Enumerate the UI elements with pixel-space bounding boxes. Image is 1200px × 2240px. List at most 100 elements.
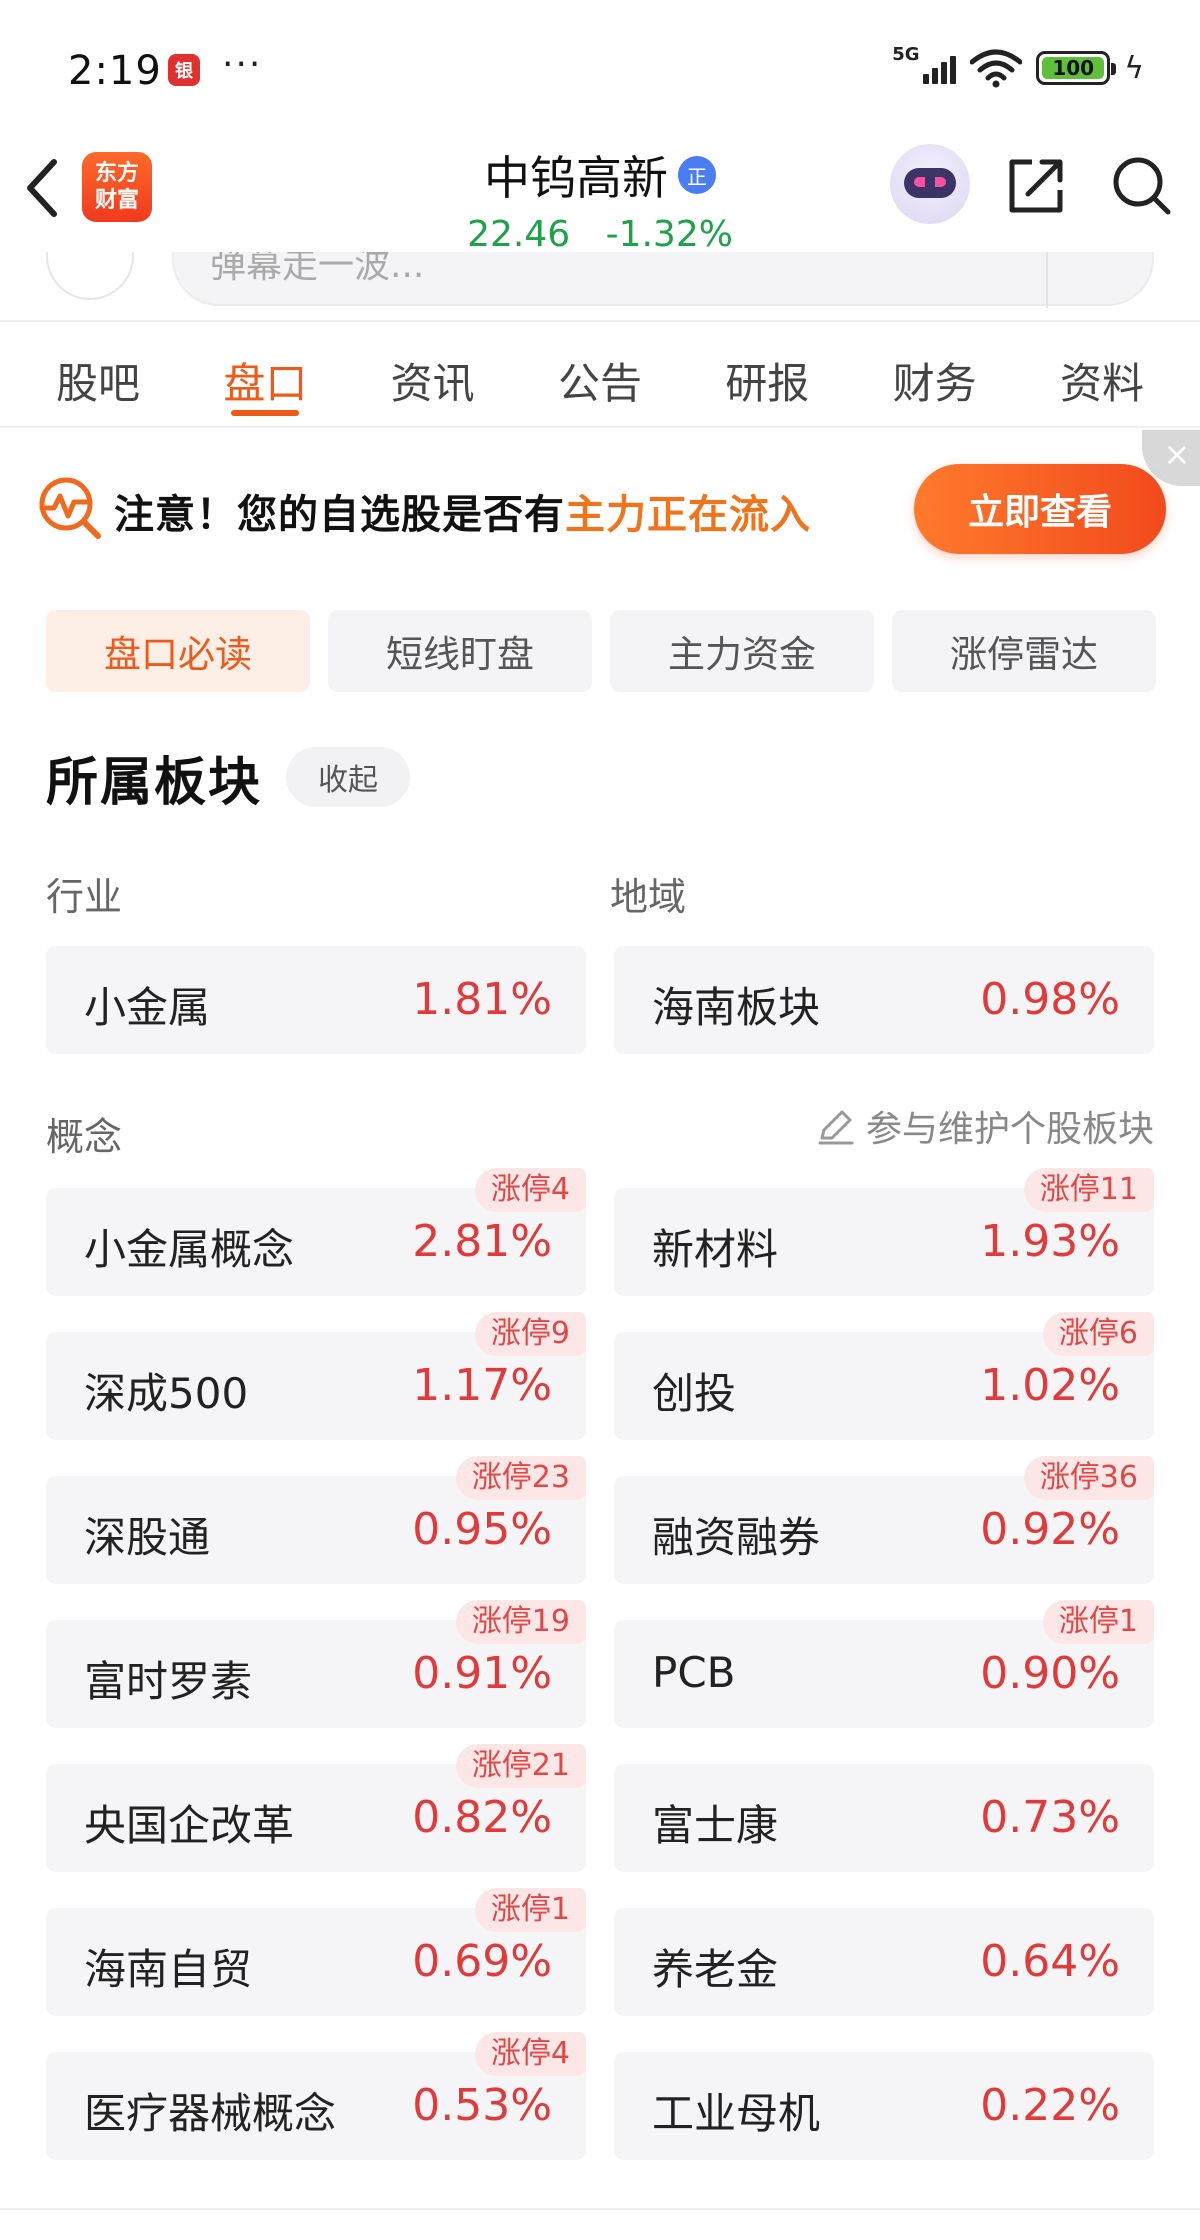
sector-pct: 1.17% xyxy=(412,1360,552,1411)
concept-label: 概念 xyxy=(46,1115,123,1159)
battery-level: 100 xyxy=(1052,56,1095,80)
sector-pct: 2.81% xyxy=(412,1216,552,1267)
tab-announcements[interactable]: 公告 xyxy=(540,322,660,426)
concept-card[interactable]: 海南自贸 0.69% 涨停1 xyxy=(46,1888,586,2016)
collapse-button[interactable]: 收起 xyxy=(286,747,411,807)
edit-icon xyxy=(818,1110,854,1145)
danmaku-toggle-icon[interactable] xyxy=(46,252,134,300)
concept-card[interactable]: 央国企改革 0.82% 涨停21 xyxy=(46,1744,586,1872)
sector-name: 深股通 xyxy=(84,1513,211,1562)
concept-card[interactable]: 富时罗素 0.91% 涨停19 xyxy=(46,1600,586,1728)
sector-name: 深成500 xyxy=(84,1369,249,1418)
limit-up-count-badge: 涨停4 xyxy=(474,1168,586,1212)
sector-name: 小金属 xyxy=(84,983,211,1032)
tab-news[interactable]: 资讯 xyxy=(373,322,493,426)
more-notifications-icon: ··· xyxy=(222,44,263,85)
stock-name: 中钨高新 xyxy=(484,151,668,205)
promo-banner: × 注意！您的自选股是否有主力正在流入 立即查看 xyxy=(0,430,1200,580)
sector-pct: 0.92% xyxy=(980,1504,1120,1555)
industry-label: 行业 xyxy=(46,875,123,919)
main-tabs: 股吧 盘口 资讯 公告 研报 财务 资料 xyxy=(0,322,1200,428)
concept-card[interactable]: 小金属概念 2.81% 涨停4 xyxy=(46,1168,586,1296)
tab-finance[interactable]: 财务 xyxy=(875,322,995,426)
signal-icon: 5G xyxy=(892,44,957,88)
divider xyxy=(0,2208,1200,2210)
sector-section-header: 所属板块 收起 xyxy=(46,742,411,813)
concept-card[interactable]: 富士康 0.73% xyxy=(614,1764,1154,1872)
sector-pct: 0.64% xyxy=(980,1936,1120,1987)
limit-up-count-badge: 涨停9 xyxy=(474,1312,586,1356)
subtab-main-funds[interactable]: 主力资金 xyxy=(610,610,874,692)
tab-pankou[interactable]: 盘口 xyxy=(205,322,325,426)
battery-icon: 100 xyxy=(1036,51,1117,85)
limit-up-count-badge: 涨停11 xyxy=(1023,1168,1154,1212)
sector-name: 新材料 xyxy=(652,1225,779,1274)
ai-assistant-icon[interactable] xyxy=(890,144,970,224)
logo-text-2: 财富 xyxy=(94,188,139,213)
view-now-button[interactable]: 立即查看 xyxy=(914,464,1166,554)
concept-card[interactable]: 养老金 0.64% xyxy=(614,1908,1154,2016)
concept-card[interactable]: 融资融券 0.92% 涨停36 xyxy=(614,1456,1154,1584)
sector-pct: 0.90% xyxy=(980,1648,1120,1699)
sector-pct: 0.73% xyxy=(980,1792,1120,1843)
region-card[interactable]: 海南板块 0.98% xyxy=(614,946,1154,1054)
limit-up-count-badge: 涨停23 xyxy=(455,1456,586,1500)
sector-name: 富士康 xyxy=(652,1801,779,1850)
region-label: 地域 xyxy=(610,875,687,919)
banner-text-prefix: 注意！您的自选股是否有 xyxy=(114,492,565,538)
limit-up-count-badge: 涨停21 xyxy=(455,1744,586,1788)
danmaku-input[interactable]: 弹幕走一波... xyxy=(172,252,1154,308)
status-time: 2:19 xyxy=(68,48,162,94)
search-icon[interactable] xyxy=(1110,154,1174,218)
sector-name: 小金属概念 xyxy=(84,1225,295,1274)
logo-text-1: 东方 xyxy=(94,161,139,186)
concept-card[interactable]: 医疗器械概念 0.53% 涨停4 xyxy=(46,2032,586,2160)
limit-up-count-badge: 涨停6 xyxy=(1042,1312,1154,1356)
concept-card[interactable]: 深成500 1.17% 涨停9 xyxy=(46,1312,586,1440)
concept-card[interactable]: 深股通 0.95% 涨停23 xyxy=(46,1456,586,1584)
subtab-must-read[interactable]: 盘口必读 xyxy=(46,610,310,692)
stock-change-pct: -1.32% xyxy=(605,214,733,255)
sector-pct: 0.95% xyxy=(412,1504,552,1555)
sector-name: 工业母机 xyxy=(652,2089,821,2138)
sector-name: 养老金 xyxy=(652,1945,779,1994)
subtab-short-term[interactable]: 短线盯盘 xyxy=(328,610,592,692)
sector-pct: 0.98% xyxy=(980,974,1120,1025)
sector-pct: 1.81% xyxy=(412,974,552,1025)
stock-header: 中钨高新 正 22.46 -1.32% 东方 财富 xyxy=(0,140,1200,255)
status-bar: 2:19 银 ··· 5G 100 ϟ xyxy=(0,0,1200,140)
tab-guba[interactable]: 股吧 xyxy=(38,322,158,426)
network-type: 5G xyxy=(892,44,920,65)
concept-card[interactable]: PCB 0.90% 涨停1 xyxy=(614,1600,1154,1728)
concept-card[interactable]: 工业母机 0.22% xyxy=(614,2052,1154,2160)
maintain-sectors-link[interactable]: 参与维护个股板块 xyxy=(816,1100,1154,1152)
subtab-limit-up-radar[interactable]: 涨停雷达 xyxy=(892,610,1156,692)
tab-research[interactable]: 研报 xyxy=(707,322,827,426)
limit-up-count-badge: 涨停1 xyxy=(1042,1600,1154,1644)
sector-name: 融资融券 xyxy=(652,1513,821,1562)
price-line: 22.46 -1.32% xyxy=(0,214,1200,255)
share-icon[interactable] xyxy=(1004,154,1068,218)
tab-profile[interactable]: 资料 xyxy=(1042,322,1162,426)
sub-tabs: 盘口必读 短线盯盘 主力资金 涨停雷达 xyxy=(46,610,1156,692)
back-icon[interactable] xyxy=(22,156,62,220)
stock-price: 22.46 xyxy=(467,214,571,255)
sector-pct: 1.02% xyxy=(980,1360,1120,1411)
limit-up-count-badge: 涨停36 xyxy=(1023,1456,1154,1500)
bolt-icon: ϟ xyxy=(1124,50,1144,86)
industry-card[interactable]: 小金属 1.81% xyxy=(46,946,586,1054)
wifi-icon xyxy=(970,49,1023,88)
app-logo[interactable]: 东方 财富 xyxy=(82,152,152,222)
maintain-link-text: 参与维护个股板块 xyxy=(865,1109,1154,1150)
banner-text: 注意！您的自选股是否有主力正在流入 xyxy=(114,482,811,540)
limit-up-count-badge: 涨停4 xyxy=(474,2032,586,2076)
notification-app-icon: 银 xyxy=(168,54,200,86)
sector-pct: 0.69% xyxy=(412,1936,552,1987)
sector-pct: 1.93% xyxy=(980,1216,1120,1267)
sector-name: 海南板块 xyxy=(652,983,821,1032)
sector-pct: 0.22% xyxy=(980,2080,1120,2131)
sector-name: 央国企改革 xyxy=(84,1801,295,1850)
concept-card[interactable]: 创投 1.02% 涨停6 xyxy=(614,1312,1154,1440)
sector-pct: 0.53% xyxy=(412,2080,552,2131)
concept-card[interactable]: 新材料 1.93% 涨停11 xyxy=(614,1168,1154,1296)
